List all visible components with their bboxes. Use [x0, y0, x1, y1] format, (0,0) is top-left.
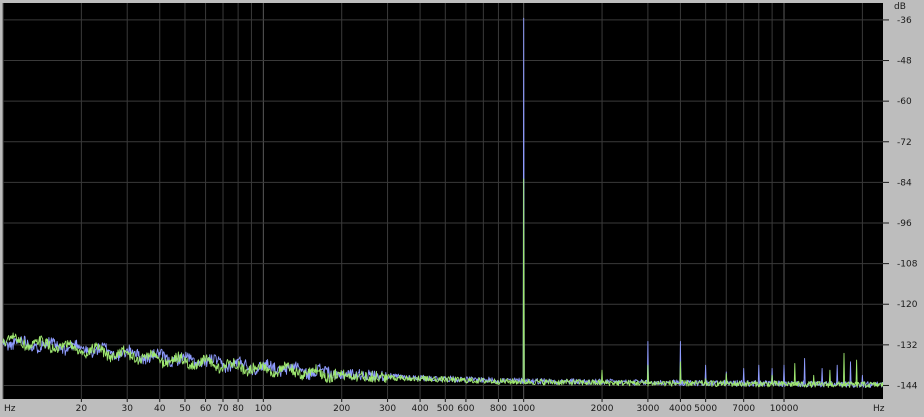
x-tick-label: 300 — [379, 404, 396, 414]
x-tick-label: 40 — [154, 404, 166, 414]
x-tick-label: 400 — [411, 404, 428, 414]
y-tick-label: -84 — [897, 178, 912, 188]
x-tick-label: 200 — [333, 404, 350, 414]
y-tick-label: -132 — [897, 341, 917, 351]
x-tick-label: 800 — [490, 404, 507, 414]
spectrum-chart: 20 30 40 50 60 70 80 100 200 300 400 500 600 800 1000 2… — [2, 2, 918, 414]
x-axis: 20 30 40 50 60 70 80 100 200 300 400 500 600 800 1000 2… — [76, 399, 799, 414]
x-tick-label: 20 — [76, 404, 88, 414]
x-tick-label: 500 — [437, 404, 454, 414]
x-tick-label: 1000 — [512, 404, 535, 414]
y-tick-label: -60 — [897, 97, 912, 107]
x-tick-label: 100 — [255, 404, 272, 414]
x-unit-label-left: Hz — [4, 404, 16, 414]
plot-area — [3, 3, 883, 399]
x-tick-label: 10000 — [770, 404, 799, 414]
x-tick-label: 2000 — [591, 404, 614, 414]
x-tick-label: 30 — [121, 404, 133, 414]
y-tick-label: -36 — [897, 16, 912, 26]
y-tick-label: -72 — [897, 138, 912, 148]
x-tick-label: 70 — [217, 404, 229, 414]
y-tick-label: -108 — [897, 260, 918, 270]
x-tick-label: 4000 — [669, 404, 692, 414]
x-tick-label: 3000 — [636, 404, 659, 414]
y-axis: -36 -48 -60 -72 -84 -96 -108 -120 -132 -144 — [883, 16, 918, 391]
y-tick-label: -96 — [897, 219, 912, 229]
x-unit-label-right: Hz — [873, 404, 885, 414]
y-tick-label: -120 — [897, 300, 918, 310]
x-tick-label: 60 — [200, 404, 212, 414]
x-tick-label: 80 — [232, 404, 244, 414]
x-tick-label: 600 — [457, 404, 474, 414]
y-tick-label: -144 — [897, 381, 918, 391]
y-unit-label: dB — [894, 2, 906, 12]
x-tick-label: 7000 — [732, 404, 755, 414]
x-tick-label: 5000 — [694, 404, 717, 414]
spectrum-analyzer: 20 30 40 50 60 70 80 100 200 300 400 500 600 800 1000 2… — [0, 0, 924, 417]
x-tick-label: 50 — [179, 404, 191, 414]
y-tick-label: -48 — [897, 57, 912, 67]
